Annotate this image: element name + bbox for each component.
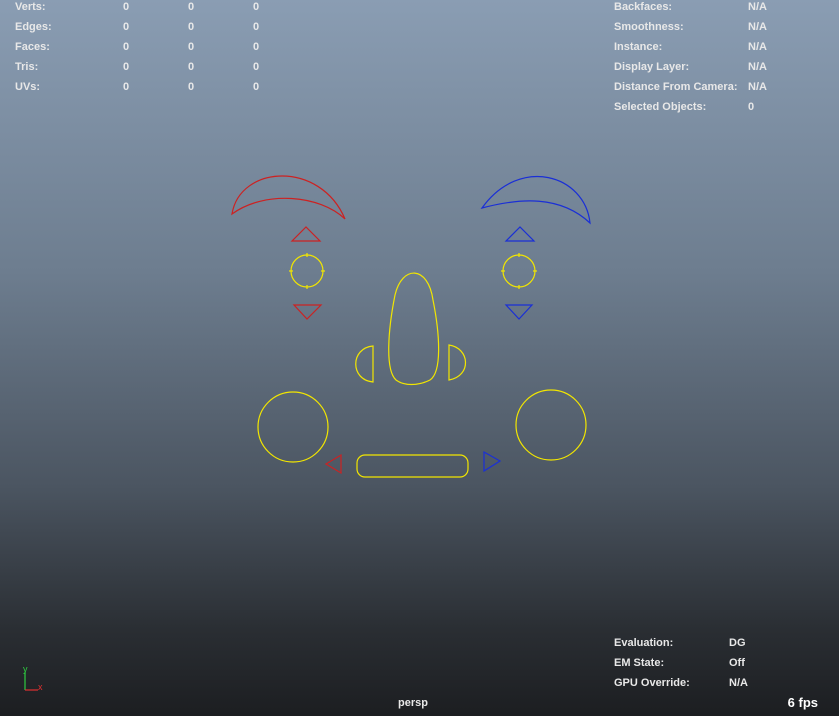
right-eyebrow-control[interactable] [480, 175, 591, 225]
right-eye-control[interactable] [501, 253, 537, 289]
info-row: Distance From Camera: N/A [614, 77, 834, 97]
stats-value: 0 [188, 81, 195, 93]
stats-label: UVs: [15, 81, 41, 93]
stats-value: 0 [253, 41, 260, 53]
stats-label: Tris: [15, 61, 39, 73]
info-row: Smoothness: N/A [614, 17, 834, 37]
info-value: N/A [748, 1, 767, 13]
info-value: N/A [748, 41, 767, 53]
info-row: Instance: N/A [614, 37, 834, 57]
stats-value: 0 [123, 21, 130, 33]
axis-x-label: x [38, 682, 43, 692]
stats-row: Faces: 0 0 0 [15, 37, 275, 57]
info-value: N/A [748, 81, 767, 93]
info-row: Selected Objects: 0 [614, 97, 834, 117]
left-eye-control[interactable] [289, 253, 325, 289]
stats-row: UVs: 0 0 0 [15, 77, 275, 97]
stats-value: 0 [123, 41, 130, 53]
left-upper-lid-control[interactable] [290, 226, 322, 242]
right-mouth-corner-control[interactable] [483, 450, 502, 473]
stats-row: Tris: 0 0 0 [15, 57, 275, 77]
stats-value: 0 [253, 61, 260, 73]
stats-value: 0 [253, 1, 260, 13]
stats-value: 0 [188, 41, 195, 53]
perf-value: DG [729, 637, 746, 649]
right-cheek-control[interactable] [515, 389, 587, 461]
perf-value: N/A [729, 677, 748, 689]
stats-value: 0 [188, 61, 195, 73]
camera-name-label: persp [398, 697, 428, 709]
axis-y-label: y [23, 664, 28, 674]
info-value: N/A [748, 21, 767, 33]
info-row: Backfaces: N/A [614, 0, 834, 17]
stats-value: 0 [123, 1, 130, 13]
info-value: N/A [748, 61, 767, 73]
stats-value: 0 [253, 81, 260, 93]
stats-row: Verts: 0 0 0 [15, 0, 275, 17]
right-lower-lid-control[interactable] [504, 304, 534, 320]
mouth-control[interactable] [356, 454, 469, 478]
info-value: 0 [748, 101, 755, 113]
stats-label: Edges: [15, 21, 52, 33]
stats-label: Verts: [15, 1, 46, 13]
object-info-hud: Backfaces: N/A Smoothness: N/A Instance: N/A D… [614, 0, 834, 117]
nose-control[interactable] [388, 272, 440, 386]
left-cheek-control[interactable] [257, 391, 329, 463]
stats-value: 0 [253, 21, 260, 33]
info-label: Distance From Camera: [614, 81, 738, 93]
evaluation-hud: Evaluation: DG EM State: Off GPU Override: N/… [614, 633, 834, 693]
axis-gizmo-icon: y x [23, 664, 43, 692]
left-nostril-control[interactable] [355, 345, 374, 383]
info-label: Backfaces: [614, 1, 673, 13]
perf-value: Off [729, 657, 745, 669]
stats-row: Edges: 0 0 0 [15, 17, 275, 37]
info-row: Display Layer: N/A [614, 57, 834, 77]
info-label: Smoothness: [614, 21, 684, 33]
right-upper-lid-control[interactable] [504, 226, 536, 242]
left-lower-lid-control[interactable] [292, 304, 323, 320]
info-label: Selected Objects: [614, 101, 707, 113]
stats-value: 0 [123, 61, 130, 73]
fps-counter: 6 fps [787, 695, 818, 710]
left-eyebrow-control[interactable] [231, 175, 346, 220]
left-mouth-corner-control[interactable] [324, 453, 342, 475]
right-nostril-control[interactable] [448, 344, 466, 381]
perf-label: Evaluation: [614, 637, 674, 649]
perf-row: Evaluation: DG [614, 633, 834, 653]
stats-value: 0 [188, 1, 195, 13]
perf-row: EM State: Off [614, 653, 834, 673]
perf-label: EM State: [614, 657, 665, 669]
info-label: Instance: [614, 41, 663, 53]
info-label: Display Layer: [614, 61, 690, 73]
perf-label: GPU Override: [614, 677, 690, 689]
perf-row: GPU Override: N/A [614, 673, 834, 693]
stats-label: Faces: [15, 41, 50, 53]
poly-count-hud: Verts: 0 0 0 Edges: 0 0 0 Faces: 0 0 0 Tris: 0 0 0 UVs: 0… [15, 0, 275, 97]
stats-value: 0 [123, 81, 130, 93]
stats-value: 0 [188, 21, 195, 33]
